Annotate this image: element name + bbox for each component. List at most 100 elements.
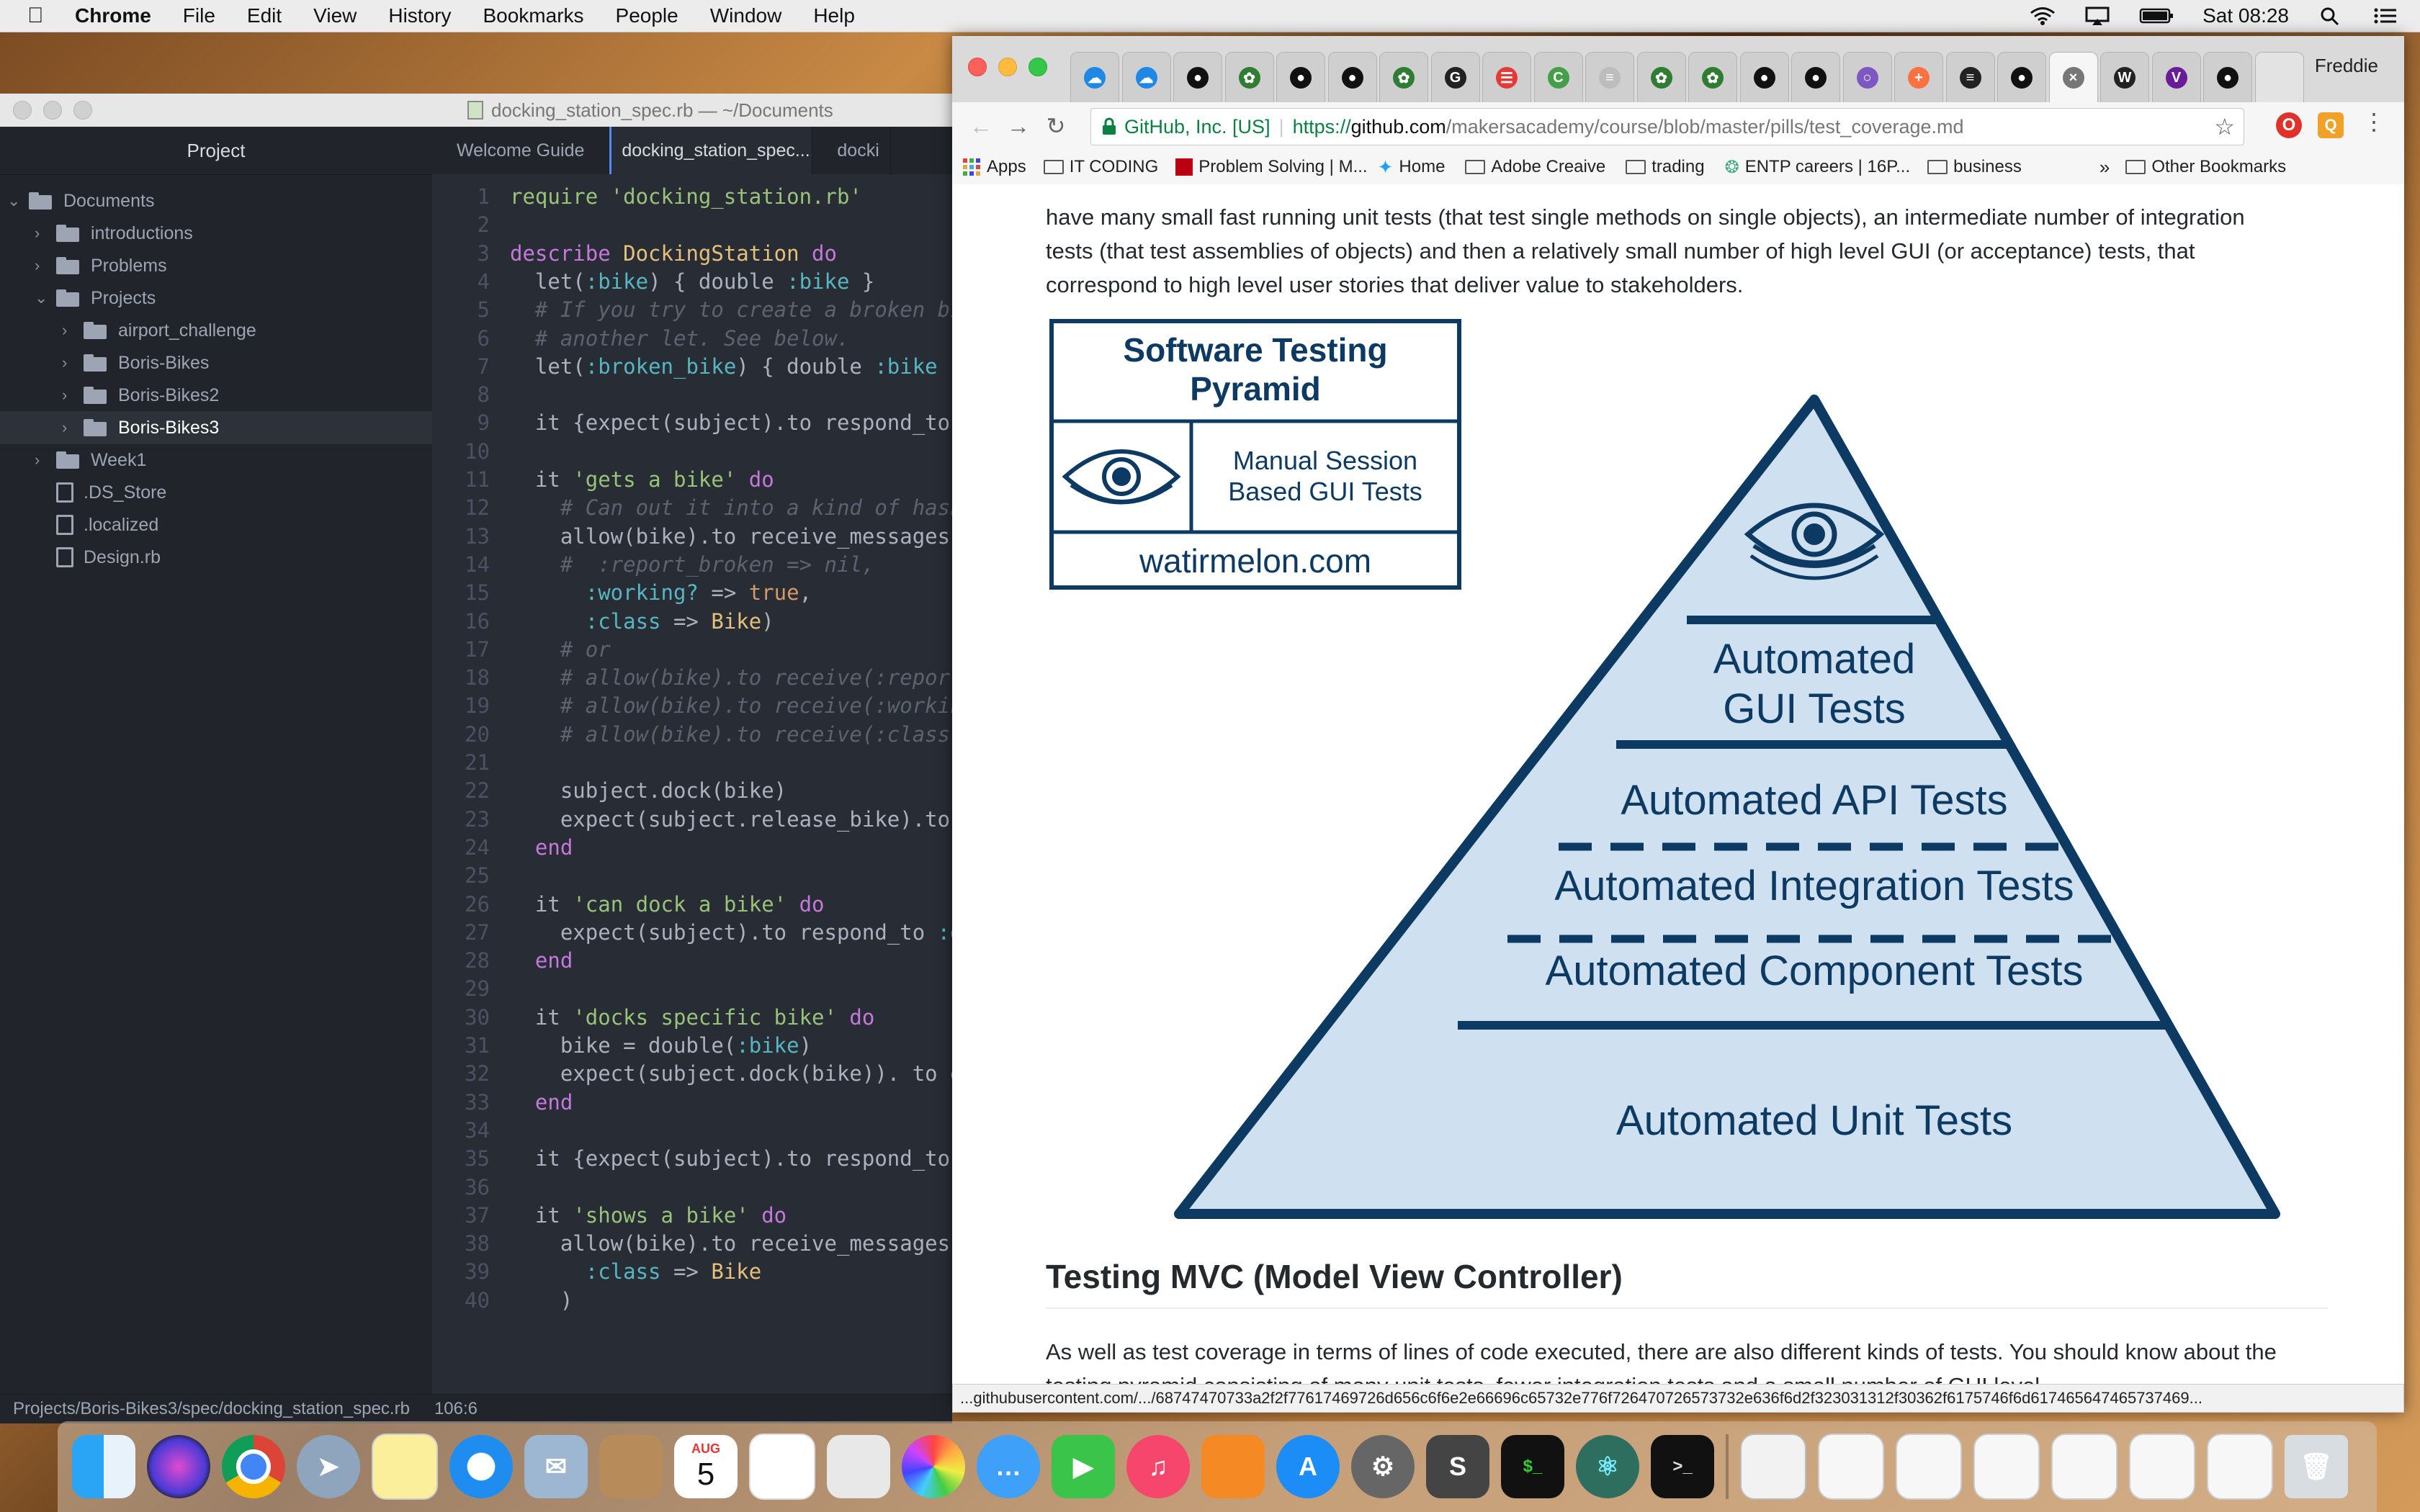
menu-edit[interactable]: Edit	[247, 4, 282, 27]
menu-view[interactable]: View	[313, 4, 357, 27]
recent-document-icon[interactable]	[1973, 1434, 2040, 1500]
bookmark-home[interactable]: ✦ Home	[1378, 156, 1446, 179]
terminal-window-icon[interactable]: >_	[1651, 1435, 1714, 1498]
browser-tab[interactable]: ≡	[1585, 52, 1634, 103]
browser-tab[interactable]: ☁	[1121, 52, 1171, 103]
chevron-right-icon[interactable]: ›	[62, 386, 78, 405]
zip-archive-icon[interactable]	[1740, 1434, 1806, 1500]
slack-icon[interactable]: S	[1426, 1435, 1489, 1498]
menu-history[interactable]: History	[388, 4, 451, 27]
profile-name[interactable]: Freddie	[2315, 55, 2378, 77]
browser-tab[interactable]: ●	[2203, 52, 2252, 103]
recent-document-icon[interactable]	[1896, 1434, 1962, 1500]
trash-icon[interactable]: 🗑	[2285, 1435, 2348, 1498]
notification-center-icon[interactable]	[2372, 6, 2398, 25]
browser-tab[interactable]: ○	[1842, 52, 1892, 103]
mail-stamp-icon[interactable]: ✉	[524, 1435, 588, 1498]
chevron-right-icon[interactable]: ›	[35, 451, 50, 469]
browser-tab[interactable]: ✿	[1224, 52, 1274, 103]
calendar-icon[interactable]: AUG 5	[674, 1435, 738, 1498]
menu-app-name[interactable]: Chrome	[75, 4, 151, 27]
facetime-icon[interactable]: ▶	[1052, 1435, 1115, 1498]
bookmark-adobe[interactable]: Adobe Creaive	[1465, 157, 1605, 177]
minimize-window-button[interactable]	[43, 101, 62, 120]
tree-item-projects[interactable]: ⌄ Projects	[0, 282, 156, 315]
tab-docking-station-spec[interactable]: docking_station_spec....	[609, 127, 813, 174]
tree-item-design-rb[interactable]: Design.rb	[0, 541, 161, 574]
safari-compass-icon[interactable]	[449, 1435, 513, 1498]
recent-document-icon[interactable]	[2051, 1434, 2118, 1500]
tree-item-ds-store[interactable]: .DS_Store	[0, 476, 166, 509]
reload-icon[interactable]: ↻	[1037, 112, 1075, 140]
chrome-close-button[interactable]	[968, 58, 987, 76]
messages-icon[interactable]: …	[977, 1435, 1040, 1498]
new-tab-button[interactable]	[2254, 52, 2304, 103]
bookmark-other-bookmarks[interactable]: Other Bookmarks	[2125, 157, 2286, 177]
browser-tab[interactable]: ≡	[1945, 52, 1995, 103]
recent-document-icon[interactable]	[2129, 1434, 2195, 1500]
atom-icon[interactable]: ⚛	[1576, 1435, 1639, 1498]
status-file-path[interactable]: Projects/Boris-Bikes3/spec/docking_stati…	[13, 1399, 410, 1419]
tree-item-documents[interactable]: ⌄ Documents	[0, 184, 154, 217]
address-bar[interactable]: GitHub, Inc. [US] | https://github.com/m…	[1090, 108, 2244, 145]
spotlight-search-icon[interactable]	[2318, 6, 2344, 25]
bookmark-trading[interactable]: trading	[1626, 157, 1705, 177]
bookmark-star-icon[interactable]: ☆	[2214, 113, 2235, 140]
browser-tab[interactable]: ●	[1327, 52, 1377, 103]
browser-tab[interactable]: ✿	[1688, 52, 1737, 103]
browser-tab[interactable]: ●	[1997, 52, 2046, 103]
tree-item-localized[interactable]: .localized	[0, 508, 158, 541]
forward-arrow-icon[interactable]: →	[1000, 113, 1037, 140]
browser-tab[interactable]: ●	[1791, 52, 1840, 103]
tree-item-problems[interactable]: › Problems	[0, 249, 167, 282]
bookmark-entp-careers[interactable]: ❂ ENTP careers | 16P...	[1725, 157, 1911, 178]
ibooks-icon[interactable]	[1201, 1435, 1265, 1498]
extension-adblock-icon[interactable]: O	[2276, 112, 2302, 138]
tree-item-introductions[interactable]: › introductions	[0, 217, 193, 250]
tab-docking-station[interactable]: docki	[812, 127, 892, 174]
chevron-right-icon[interactable]: ›	[62, 354, 78, 372]
contacts-icon[interactable]	[599, 1435, 663, 1498]
apple-menu-icon[interactable]: 	[27, 4, 56, 28]
wifi-icon[interactable]	[2030, 6, 2056, 25]
browser-tab[interactable]: ☰	[1482, 52, 1531, 103]
finder-icon[interactable]	[72, 1435, 135, 1498]
menu-help[interactable]: Help	[813, 4, 855, 27]
notes-icon[interactable]	[372, 1434, 438, 1500]
tree-item-boris-bikes[interactable]: › Boris-Bikes	[0, 346, 209, 379]
tree-item-airport-challenge[interactable]: › airport_challenge	[0, 314, 256, 347]
battery-icon[interactable]	[2139, 6, 2174, 25]
chevron-right-icon[interactable]: ›	[35, 224, 50, 243]
photos-icon[interactable]	[902, 1435, 965, 1498]
status-cursor-position[interactable]: 106:6	[434, 1399, 478, 1419]
clock[interactable]: Sat 08:28	[2202, 4, 2289, 27]
chrome-zoom-button[interactable]	[1028, 58, 1047, 76]
browser-tab[interactable]: ●	[1276, 52, 1325, 103]
browser-tab[interactable]: V	[2151, 52, 2201, 103]
browser-tab[interactable]: ✿	[1379, 52, 1428, 103]
chrome-menu-icon[interactable]: ⋮	[2362, 108, 2385, 135]
browser-tab[interactable]: ●	[1739, 52, 1789, 103]
tab-welcome-guide[interactable]: Welcome Guide	[432, 127, 610, 174]
menu-bookmarks[interactable]: Bookmarks	[483, 4, 583, 27]
bookmark-problem-solving[interactable]: Problem Solving | M...	[1175, 157, 1368, 177]
browser-tab[interactable]: ✿	[1636, 52, 1686, 103]
browser-tab[interactable]: W	[2100, 52, 2149, 103]
app-store-icon[interactable]: A	[1276, 1435, 1340, 1498]
chrome-minimize-button[interactable]	[998, 58, 1017, 76]
tree-item-week1[interactable]: › Week1	[0, 444, 146, 477]
bookmark-business[interactable]: business	[1927, 157, 2022, 177]
recent-document-icon[interactable]	[2207, 1434, 2273, 1500]
photo-preview-icon[interactable]	[827, 1435, 890, 1498]
back-arrow-icon[interactable]: ←	[962, 113, 1000, 140]
chrome-dock-icon[interactable]	[222, 1435, 285, 1498]
system-preferences-gear-icon[interactable]: ⚙	[1351, 1435, 1415, 1498]
recent-document-icon[interactable]	[1818, 1434, 1884, 1500]
reminders-icon[interactable]	[749, 1434, 815, 1500]
browser-tab[interactable]: ☁	[1070, 52, 1119, 103]
browser-tab[interactable]: C	[1533, 52, 1583, 103]
chevron-right-icon[interactable]: ›	[35, 256, 50, 275]
tree-item-boris-bikes3[interactable]: › Boris-Bikes3	[0, 411, 432, 444]
zoom-window-button[interactable]	[73, 101, 92, 120]
airplay-icon[interactable]	[2084, 6, 2110, 25]
